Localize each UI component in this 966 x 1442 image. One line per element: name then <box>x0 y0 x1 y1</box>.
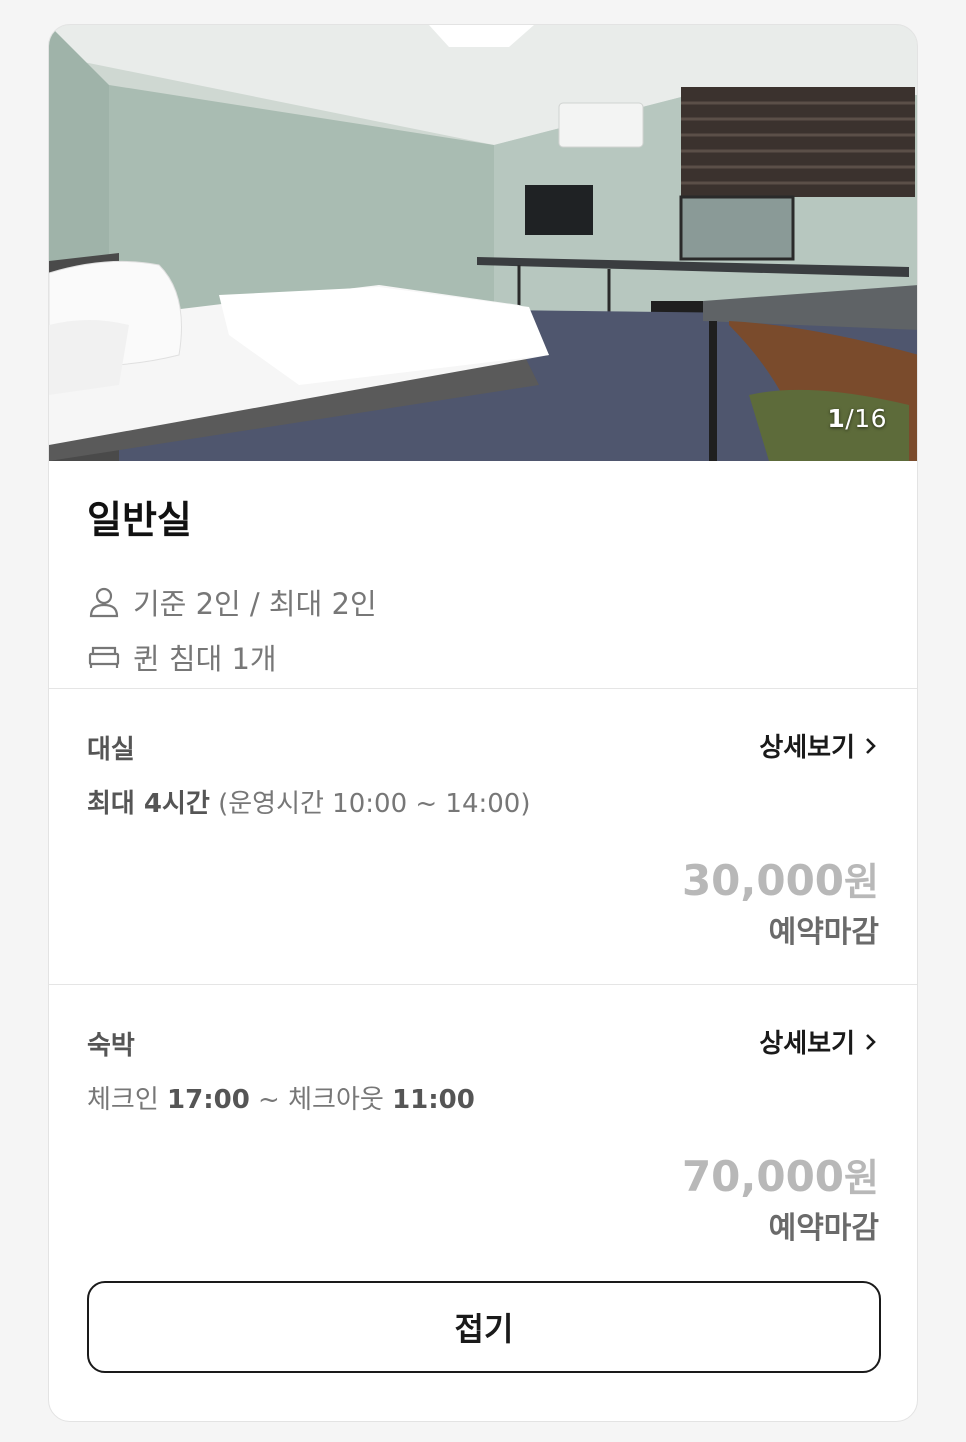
soldout-status: 예약마감 <box>768 1211 879 1246</box>
checkin-checkout: 체크인 17:00 ~ 체크아웃 11:00 <box>87 1079 475 1116</box>
price: 70,000원 <box>682 1147 879 1202</box>
detail-link-label: 상세보기 <box>759 733 855 763</box>
time-separator: ~ <box>249 1085 289 1115</box>
image-counter-total: /16 <box>845 404 887 433</box>
price-value: 30,000 <box>681 856 845 905</box>
fold-button[interactable]: 접기 <box>87 1281 881 1373</box>
rate-name: 숙박 <box>87 1031 135 1061</box>
chevron-right-icon <box>863 735 879 757</box>
checkin-label: 체크인 <box>87 1085 168 1115</box>
price-currency: 원 <box>844 860 879 904</box>
room-info: 일반실 기준 2인 / 최대 2인 퀸 침대 1개 <box>49 461 917 689</box>
checkin-time: 17:00 <box>167 1085 250 1115</box>
price-currency: 원 <box>844 1156 879 1200</box>
bed-row: 퀸 침대 1개 <box>87 636 277 678</box>
max-hours: 최대 4시간 <box>87 789 210 819</box>
rate-overnight: 숙박 상세보기 체크인 17:00 ~ 체크아웃 11:00 70,000원 예… <box>49 985 917 1421</box>
bed-text: 퀸 침대 1개 <box>133 642 277 676</box>
soldout-status: 예약마감 <box>768 915 879 950</box>
room-card: 1/16 일반실 기준 2인 / 최대 2인 퀸 침대 1개 대실 상세보기 최… <box>48 24 918 1422</box>
checkout-label: 체크아웃 <box>288 1085 393 1115</box>
capacity-row: 기준 2인 / 최대 2인 <box>87 581 377 623</box>
detail-link-label: 상세보기 <box>759 1029 855 1059</box>
person-icon <box>87 585 121 619</box>
detail-link[interactable]: 상세보기 <box>759 1023 879 1060</box>
detail-link[interactable]: 상세보기 <box>759 727 879 764</box>
rate-name: 대실 <box>87 735 135 765</box>
image-counter-current: 1 <box>827 404 846 433</box>
price-value: 70,000 <box>681 1152 845 1201</box>
rate-description: 최대 4시간 (운영시간 10:00 ~ 14:00) <box>87 783 531 820</box>
bed-icon <box>87 640 121 674</box>
room-photo-image <box>49 25 917 461</box>
room-title: 일반실 <box>87 498 192 542</box>
image-counter: 1/16 <box>827 404 887 433</box>
capacity-text: 기준 2인 / 최대 2인 <box>133 587 377 621</box>
rate-day-use: 대실 상세보기 최대 4시간 (운영시간 10:00 ~ 14:00) 30,0… <box>49 689 917 985</box>
checkout-time: 11:00 <box>392 1085 475 1115</box>
room-photo[interactable]: 1/16 <box>49 25 917 461</box>
price: 30,000원 <box>682 851 879 906</box>
operating-hours: (운영시간 10:00 ~ 14:00) <box>209 789 531 819</box>
chevron-right-icon <box>863 1031 879 1053</box>
